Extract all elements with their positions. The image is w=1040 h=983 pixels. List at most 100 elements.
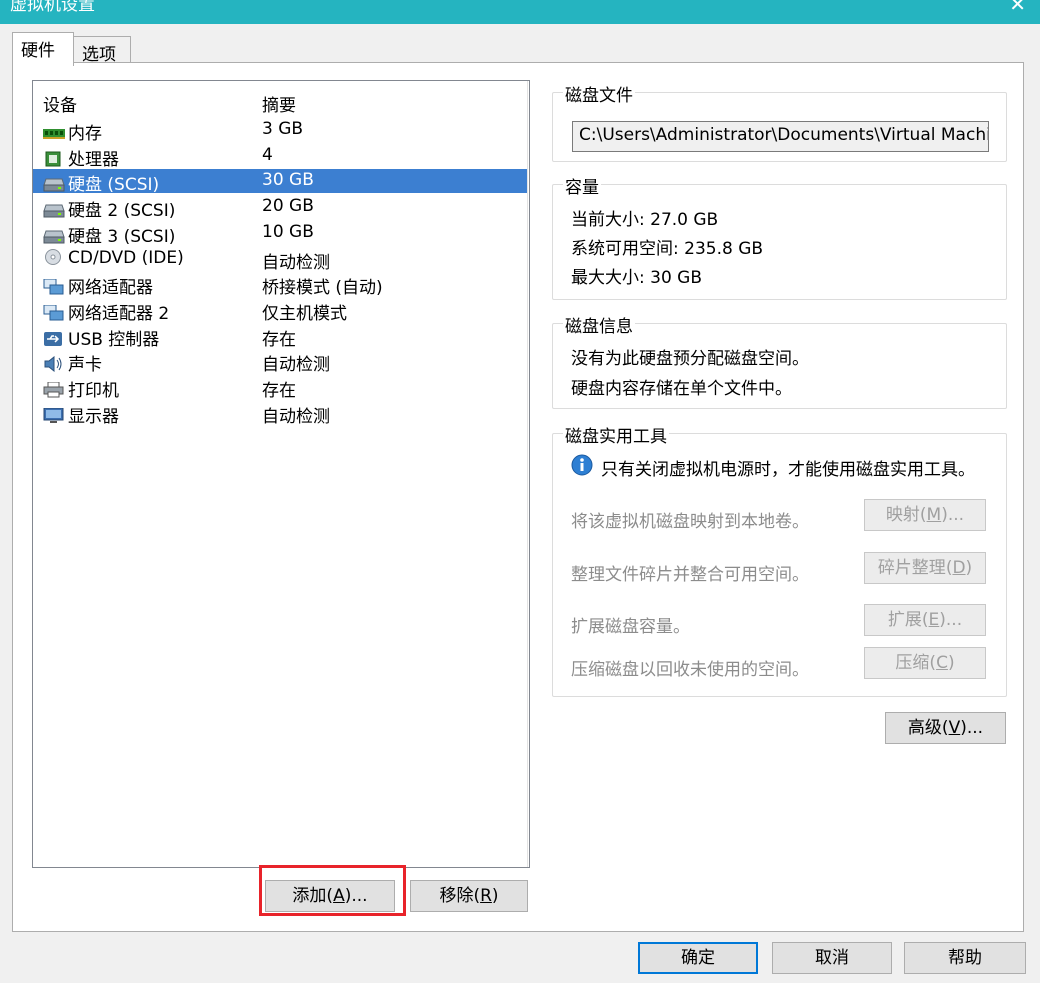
device-summary: 自动检测 [262, 355, 330, 376]
map-mnemonic: M [926, 505, 942, 525]
device-name-text: CD/DVD (IDE) [68, 247, 184, 268]
disk-file-group: 磁盘文件 C:\Users\Administrator\Documents\Vi… [552, 81, 1007, 162]
sound-icon [43, 356, 65, 373]
memory-icon [43, 125, 65, 141]
device-name: 打印机 [43, 376, 119, 401]
capacity-group: 容量 当前大小: 27.0 GB 系统可用空间: 235.8 GB 最大大小: … [552, 173, 1007, 300]
display-icon [43, 407, 65, 424]
compact-button[interactable]: 压缩(C) [864, 647, 986, 679]
device-row[interactable]: 硬盘 3 (SCSI) 10 GB [33, 221, 527, 247]
device-row[interactable]: 网络适配器 2 仅主机模式 [33, 298, 527, 324]
remove-button[interactable]: 移除(R) [410, 880, 528, 912]
network-icon [43, 304, 65, 321]
close-icon[interactable]: ✕ [1009, 0, 1026, 16]
disk-file-legend: 磁盘文件 [563, 81, 635, 106]
compact-label: 压缩 [895, 653, 930, 673]
harddisk-icon [43, 228, 65, 244]
device-summary: 仅主机模式 [262, 303, 347, 324]
device-row[interactable]: USB 控制器 存在 [33, 324, 527, 350]
device-row[interactable]: CD/DVD (IDE) 自动检测 [33, 247, 527, 273]
device-name-text: 网络适配器 2 [68, 303, 170, 324]
scrollbar-track[interactable] [527, 81, 528, 867]
disk-utilities-legend: 磁盘实用工具 [563, 422, 669, 447]
column-device[interactable]: 设备 [43, 91, 77, 116]
help-button[interactable]: 帮助 [904, 942, 1026, 974]
printer-icon [43, 381, 65, 398]
device-summary: 存在 [262, 381, 296, 401]
available-space: 系统可用空间: 235.8 GB [571, 239, 764, 259]
current-size: 当前大小: 27.0 GB [571, 210, 719, 230]
device-name-text: 硬盘 (SCSI) [68, 175, 160, 196]
device-summary: 20 GB [262, 196, 314, 217]
device-name: 网络适配器 2 [43, 299, 169, 324]
device-name-text: USB 控制器 [68, 329, 160, 350]
advanced-suffix: ... [966, 718, 984, 738]
processor-icon [43, 151, 65, 167]
add-mnemonic: A [333, 886, 345, 906]
disk-info-group: 磁盘信息 没有为此硬盘预分配磁盘空间。 硬盘内容存储在单个文件中。 [552, 312, 1007, 409]
device-row[interactable]: 硬盘 2 (SCSI) 20 GB [33, 195, 527, 221]
device-name-text: 网络适配器 [68, 278, 153, 299]
map-button[interactable]: 映射(M)... [864, 499, 986, 531]
expand-label: 扩展 [887, 610, 922, 630]
expand-button[interactable]: 扩展(E)... [864, 604, 986, 636]
capacity-legend: 容量 [563, 173, 601, 198]
device-name-text: 内存 [68, 124, 102, 144]
device-row[interactable]: 打印机 存在 [33, 375, 527, 401]
disk-info-line1: 没有为此硬盘预分配磁盘空间。 [571, 349, 809, 369]
device-name: 硬盘 (SCSI) [43, 170, 159, 195]
device-name-text: 硬盘 2 (SCSI) [68, 201, 176, 222]
advanced-button[interactable]: 高级(V)... [885, 712, 1006, 744]
utilities-info-text: 只有关闭虚拟机电源时，才能使用磁盘实用工具。 [601, 460, 975, 480]
defragment-button[interactable]: 碎片整理(D) [864, 552, 986, 584]
advanced-mnemonic: V [948, 718, 961, 738]
device-name-text: 处理器 [68, 149, 119, 170]
device-name: 网络适配器 [43, 273, 153, 298]
device-name: 硬盘 2 (SCSI) [43, 196, 175, 221]
device-summary: 10 GB [262, 221, 314, 242]
device-name: 内存 [43, 119, 102, 144]
cd-icon [43, 248, 65, 265]
device-row[interactable]: 处理器 4 [33, 144, 527, 170]
device-list[interactable]: 设备 摘要 内存 3 GB 处理器 4 硬盘 (SCSI) 30 GB 硬盘 2 (SCSI… [32, 80, 530, 868]
device-summary: 桥接模式 (自动) [262, 278, 383, 299]
device-row[interactable]: 显示器 自动检测 [33, 401, 527, 427]
harddisk-icon [43, 176, 65, 192]
device-name: 处理器 [43, 145, 119, 170]
device-summary: 自动检测 [262, 252, 330, 273]
expand-suffix: ... [945, 610, 963, 630]
device-name: 硬盘 3 (SCSI) [43, 222, 175, 247]
map-description: 将该虚拟机磁盘映射到本地卷。 [571, 512, 809, 532]
usb-icon [43, 331, 65, 347]
info-icon [571, 454, 593, 476]
map-label: 映射 [885, 505, 920, 525]
title-bar: 虚拟机设置 ✕ [0, 0, 1040, 24]
disk-info-legend: 磁盘信息 [563, 312, 635, 337]
cancel-button[interactable]: 取消 [772, 942, 892, 974]
tab-label: 硬件 [21, 41, 55, 61]
device-name-text: 显示器 [68, 406, 119, 427]
map-suffix: ... [947, 505, 965, 525]
network-icon [43, 278, 65, 295]
max-size: 最大大小: 30 GB [571, 268, 703, 288]
device-summary: 30 GB [262, 170, 314, 191]
device-row[interactable]: 声卡 自动检测 [33, 349, 527, 376]
harddisk-icon [43, 202, 65, 218]
ok-button[interactable]: 确定 [638, 942, 758, 974]
disk-file-path[interactable]: C:\Users\Administrator\Documents\Virtual… [572, 121, 989, 152]
device-row[interactable]: 网络适配器 桥接模式 (自动) [33, 272, 527, 299]
defrag-mnemonic: D [952, 558, 966, 578]
device-summary: 自动检测 [262, 406, 330, 427]
tab-hardware[interactable]: 硬件 [12, 32, 74, 66]
remove-mnemonic: R [480, 886, 492, 906]
device-row[interactable]: 内存 3 GB [33, 118, 527, 144]
add-label: 添加 [292, 886, 327, 906]
add-button[interactable]: 添加(A)... [265, 880, 395, 912]
column-summary[interactable]: 摘要 [262, 91, 296, 116]
compact-mnemonic: C [936, 653, 948, 673]
compact-description: 压缩磁盘以回收未使用的空间。 [571, 660, 809, 680]
add-suffix: ... [351, 886, 368, 906]
device-summary: 4 [262, 144, 273, 165]
tab-options[interactable]: 选项 [73, 36, 131, 65]
device-row[interactable]: 硬盘 (SCSI) 30 GB [33, 169, 527, 195]
